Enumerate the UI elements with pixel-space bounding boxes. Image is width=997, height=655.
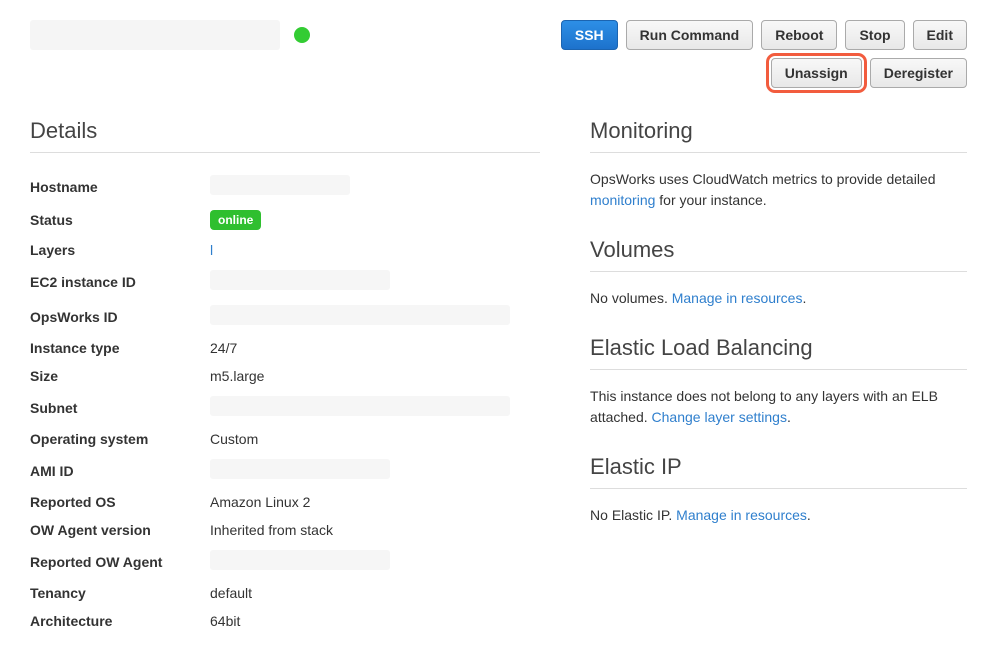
redacted-value — [210, 550, 390, 570]
detail-value — [210, 175, 540, 198]
details-column: Details Hostname Status online Layers l … — [30, 118, 540, 635]
detail-row-layers: Layers l — [30, 236, 540, 264]
detail-value: 64bit — [210, 613, 540, 629]
redacted-value — [210, 270, 390, 290]
detail-value: Custom — [210, 431, 540, 447]
detail-value — [210, 305, 540, 328]
detail-label: EC2 instance ID — [30, 274, 210, 290]
status-indicator-icon — [294, 27, 310, 43]
redacted-value — [210, 175, 350, 195]
volumes-text: No volumes. Manage in resources. — [590, 288, 967, 309]
detail-value: 24/7 — [210, 340, 540, 356]
monitoring-link[interactable]: monitoring — [590, 192, 655, 208]
eip-text: No Elastic IP. Manage in resources. — [590, 505, 967, 526]
detail-label: Hostname — [30, 179, 210, 195]
detail-value: l — [210, 242, 540, 258]
monitoring-text-pre: OpsWorks uses CloudWatch metrics to prov… — [590, 171, 935, 187]
detail-row-size: Size m5.large — [30, 362, 540, 390]
volumes-text-post: . — [802, 290, 806, 306]
content-columns: Details Hostname Status online Layers l … — [30, 118, 967, 635]
detail-row-status: Status online — [30, 204, 540, 236]
detail-label: Architecture — [30, 613, 210, 629]
detail-row-opsworksid: OpsWorks ID — [30, 299, 540, 334]
detail-label: OpsWorks ID — [30, 309, 210, 325]
detail-value — [210, 270, 540, 293]
edit-button[interactable]: Edit — [913, 20, 967, 50]
detail-value: default — [210, 585, 540, 601]
eip-text-post: . — [807, 507, 811, 523]
detail-row-reported-os: Reported OS Amazon Linux 2 — [30, 488, 540, 516]
detail-label: Status — [30, 212, 210, 228]
action-toolbar: SSH Run Command Reboot Stop Edit Unassig… — [487, 20, 967, 88]
detail-value: Amazon Linux 2 — [210, 494, 540, 510]
monitoring-text-post: for your instance. — [655, 192, 766, 208]
detail-row-architecture: Architecture 64bit — [30, 607, 540, 635]
eip-text-pre: No Elastic IP. — [590, 507, 676, 523]
elb-heading: Elastic Load Balancing — [590, 335, 967, 370]
instance-name-redacted — [30, 20, 280, 50]
detail-label: Tenancy — [30, 585, 210, 601]
deregister-button[interactable]: Deregister — [870, 58, 967, 88]
detail-row-ec2id: EC2 instance ID — [30, 264, 540, 299]
detail-row-subnet: Subnet — [30, 390, 540, 425]
detail-row-ow-agent: OW Agent version Inherited from stack — [30, 516, 540, 544]
elb-link[interactable]: Change layer settings — [652, 409, 787, 425]
reboot-button[interactable]: Reboot — [761, 20, 837, 50]
detail-row-os: Operating system Custom — [30, 425, 540, 453]
detail-label: Size — [30, 368, 210, 384]
detail-value — [210, 396, 540, 419]
detail-label: Instance type — [30, 340, 210, 356]
detail-label: Reported OS — [30, 494, 210, 510]
monitoring-heading: Monitoring — [590, 118, 967, 153]
side-column: Monitoring OpsWorks uses CloudWatch metr… — [590, 118, 967, 635]
monitoring-text: OpsWorks uses CloudWatch metrics to prov… — [590, 169, 967, 211]
detail-value: online — [210, 210, 540, 230]
volumes-heading: Volumes — [590, 237, 967, 272]
redacted-value — [210, 459, 390, 479]
detail-value — [210, 459, 540, 482]
detail-value — [210, 550, 540, 573]
detail-label: Subnet — [30, 400, 210, 416]
detail-label: OW Agent version — [30, 522, 210, 538]
detail-label: Operating system — [30, 431, 210, 447]
detail-label: AMI ID — [30, 463, 210, 479]
layer-link[interactable]: l — [210, 242, 213, 258]
detail-value: m5.large — [210, 368, 540, 384]
instance-title-area — [30, 20, 310, 50]
redacted-value — [210, 305, 510, 325]
detail-label: Reported OW Agent — [30, 554, 210, 570]
redacted-value — [210, 396, 510, 416]
detail-row-tenancy: Tenancy default — [30, 579, 540, 607]
volumes-link[interactable]: Manage in resources — [672, 290, 803, 306]
page-header: SSH Run Command Reboot Stop Edit Unassig… — [30, 20, 967, 88]
run-command-button[interactable]: Run Command — [626, 20, 754, 50]
detail-label: Layers — [30, 242, 210, 258]
detail-row-amiid: AMI ID — [30, 453, 540, 488]
ssh-button[interactable]: SSH — [561, 20, 618, 50]
detail-row-instance-type: Instance type 24/7 — [30, 334, 540, 362]
details-heading: Details — [30, 118, 540, 153]
volumes-text-pre: No volumes. — [590, 290, 672, 306]
elb-text-post: . — [787, 409, 791, 425]
stop-button[interactable]: Stop — [845, 20, 904, 50]
detail-row-reported-ow-agent: Reported OW Agent — [30, 544, 540, 579]
detail-value: Inherited from stack — [210, 522, 540, 538]
elb-text: This instance does not belong to any lay… — [590, 386, 967, 428]
status-badge: online — [210, 210, 261, 230]
eip-heading: Elastic IP — [590, 454, 967, 489]
unassign-button[interactable]: Unassign — [771, 58, 862, 88]
eip-link[interactable]: Manage in resources — [676, 507, 807, 523]
detail-row-hostname: Hostname — [30, 169, 540, 204]
